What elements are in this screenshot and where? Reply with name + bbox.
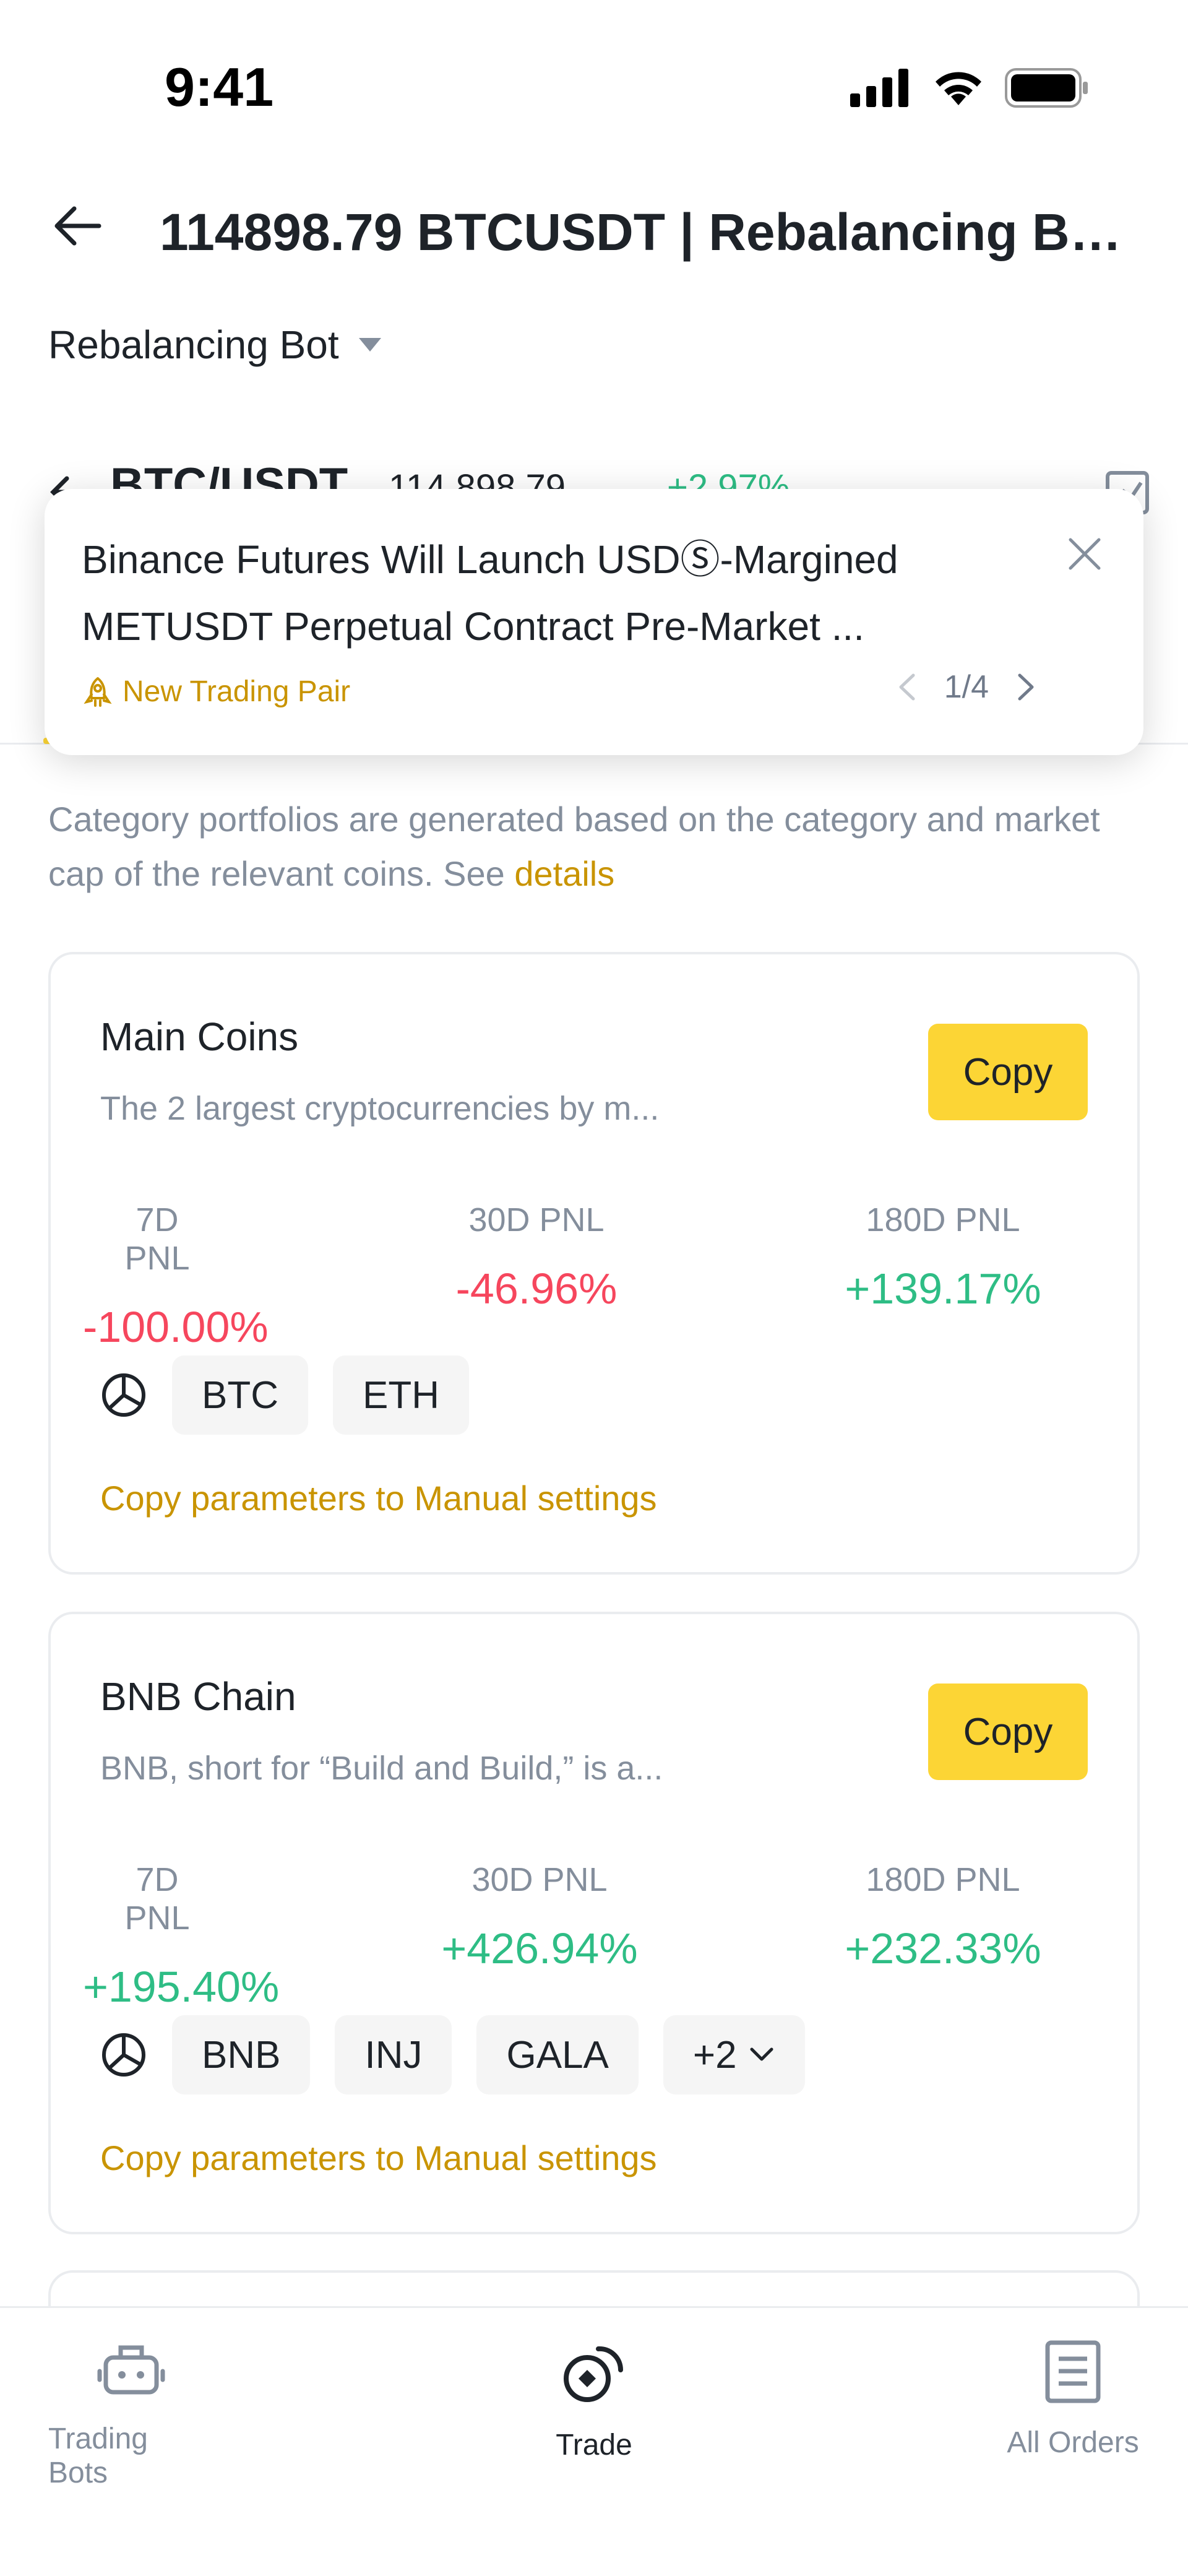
pnl-7d: 7D PNL +195.40%: [83, 1861, 279, 2012]
announcement-popup[interactable]: Binance Futures Will Launch USDⓈ-Margine…: [45, 489, 1143, 755]
status-time: 9:41: [165, 56, 274, 118]
more-coins-count: +2: [692, 2033, 737, 2077]
copy-params-link[interactable]: Copy parameters to Manual settings: [100, 1478, 657, 1518]
pnl-value: +139.17%: [845, 1264, 1041, 1313]
pie-chart-icon[interactable]: [100, 2031, 147, 2078]
chevron-right-icon[interactable]: [1014, 672, 1038, 702]
nav-label: All Orders: [1007, 2426, 1139, 2459]
coin-chip: BTC: [172, 1355, 308, 1435]
status-icons: [850, 68, 1089, 108]
announcement-text[interactable]: Binance Futures Will Launch USDⓈ-Margine…: [82, 526, 1047, 660]
bot-type-dropdown[interactable]: Rebalancing Bot: [48, 322, 382, 368]
status-bar: 9:41: [0, 0, 1188, 173]
close-icon: [1069, 538, 1101, 570]
rocket-icon: [84, 676, 112, 707]
pnl-label: 30D PNL: [471, 1861, 608, 1898]
announcement-tag-label: New Trading Pair: [123, 675, 351, 708]
back-button[interactable]: [50, 198, 105, 254]
coin-chip: BNB: [172, 2015, 311, 2094]
portfolio-title: BNB Chain: [100, 1674, 296, 1719]
coins-row: BNB INJ GALA +2: [100, 2015, 805, 2094]
pnl-180d: 180D PNL +139.17%: [832, 1201, 1054, 1313]
pnl-label: 180D PNL: [866, 1861, 1020, 1898]
pnl-label: 7D PNL: [124, 1201, 190, 1277]
coin-chip: ETH: [333, 1355, 469, 1435]
trade-icon: [564, 2346, 624, 2402]
bot-type-label: Rebalancing Bot: [48, 322, 339, 367]
pnl-value: -46.96%: [455, 1264, 618, 1313]
pnl-value: +426.94%: [441, 1924, 638, 1973]
cellular-signal-icon: [850, 69, 908, 107]
nav-trading-bots[interactable]: Trading Bots: [48, 2339, 214, 2490]
chevron-down-icon: [750, 2047, 773, 2061]
close-button[interactable]: [1063, 532, 1106, 576]
portfolio-card: Main Coins The 2 largest cryptocurrencie…: [48, 952, 1140, 1575]
portfolio-card: BNB Chain BNB, short for “Build and Buil…: [48, 1612, 1140, 2234]
pnl-30d: 30D PNL -46.96%: [434, 1201, 639, 1313]
pnl-30d: 30D PNL +426.94%: [434, 1861, 645, 1973]
copy-params-link[interactable]: Copy parameters to Manual settings: [100, 2138, 657, 2178]
pie-chart-icon[interactable]: [100, 1372, 147, 1419]
wifi-icon: [936, 72, 981, 105]
bottom-nav: Trading Bots Trade All Orders: [0, 2306, 1188, 2576]
coins-row: BTC ETH: [100, 1355, 469, 1435]
announcement-pager: 1/4: [895, 668, 1038, 706]
coin-chip: INJ: [335, 2015, 452, 2094]
more-coins-button[interactable]: +2: [663, 2015, 805, 2094]
header: 114898.79 BTCUSDT | Rebalancing Bot...: [0, 186, 1188, 272]
announcement-tag: New Trading Pair: [82, 675, 350, 709]
pnl-value: +195.40%: [83, 1963, 280, 2011]
pnl-180d: 180D PNL +232.33%: [832, 1861, 1054, 1973]
nav-all-orders[interactable]: All Orders: [1006, 2339, 1140, 2460]
chevron-left-icon[interactable]: [895, 672, 919, 702]
nav-label: Trading Bots: [48, 2423, 148, 2489]
portfolio-desc: The 2 largest cryptocurrencies by m...: [100, 1090, 660, 1127]
coin-chip: GALA: [476, 2015, 639, 2094]
page-title: 114898.79 BTCUSDT | Rebalancing Bot...: [160, 203, 1150, 261]
nav-trade[interactable]: Trade: [532, 2339, 656, 2462]
pnl-label: 7D PNL: [124, 1861, 190, 1937]
pnl-label: 30D PNL: [468, 1201, 605, 1238]
category-description: Category portfolios are generated based …: [48, 792, 1100, 901]
portfolio-title: Main Coins: [100, 1014, 299, 1059]
copy-button[interactable]: Copy: [928, 1024, 1088, 1120]
robot-icon: [97, 2345, 165, 2395]
orders-icon: [1045, 2340, 1101, 2403]
caret-down-icon: [358, 338, 381, 352]
copy-button[interactable]: Copy: [928, 1683, 1088, 1780]
battery-icon: [1005, 68, 1088, 108]
pager-count: 1/4: [944, 669, 989, 705]
details-link[interactable]: details: [514, 854, 614, 893]
pnl-label: 180D PNL: [866, 1201, 1020, 1238]
pnl-value: -100.00%: [83, 1303, 269, 1351]
pnl-7d: 7D PNL -100.00%: [83, 1201, 269, 1352]
portfolio-desc: BNB, short for “Build and Build,” is a..…: [100, 1750, 663, 1787]
nav-label: Trade: [556, 2429, 632, 2461]
arrow-left-icon: [54, 206, 101, 246]
pnl-value: +232.33%: [845, 1924, 1041, 1973]
